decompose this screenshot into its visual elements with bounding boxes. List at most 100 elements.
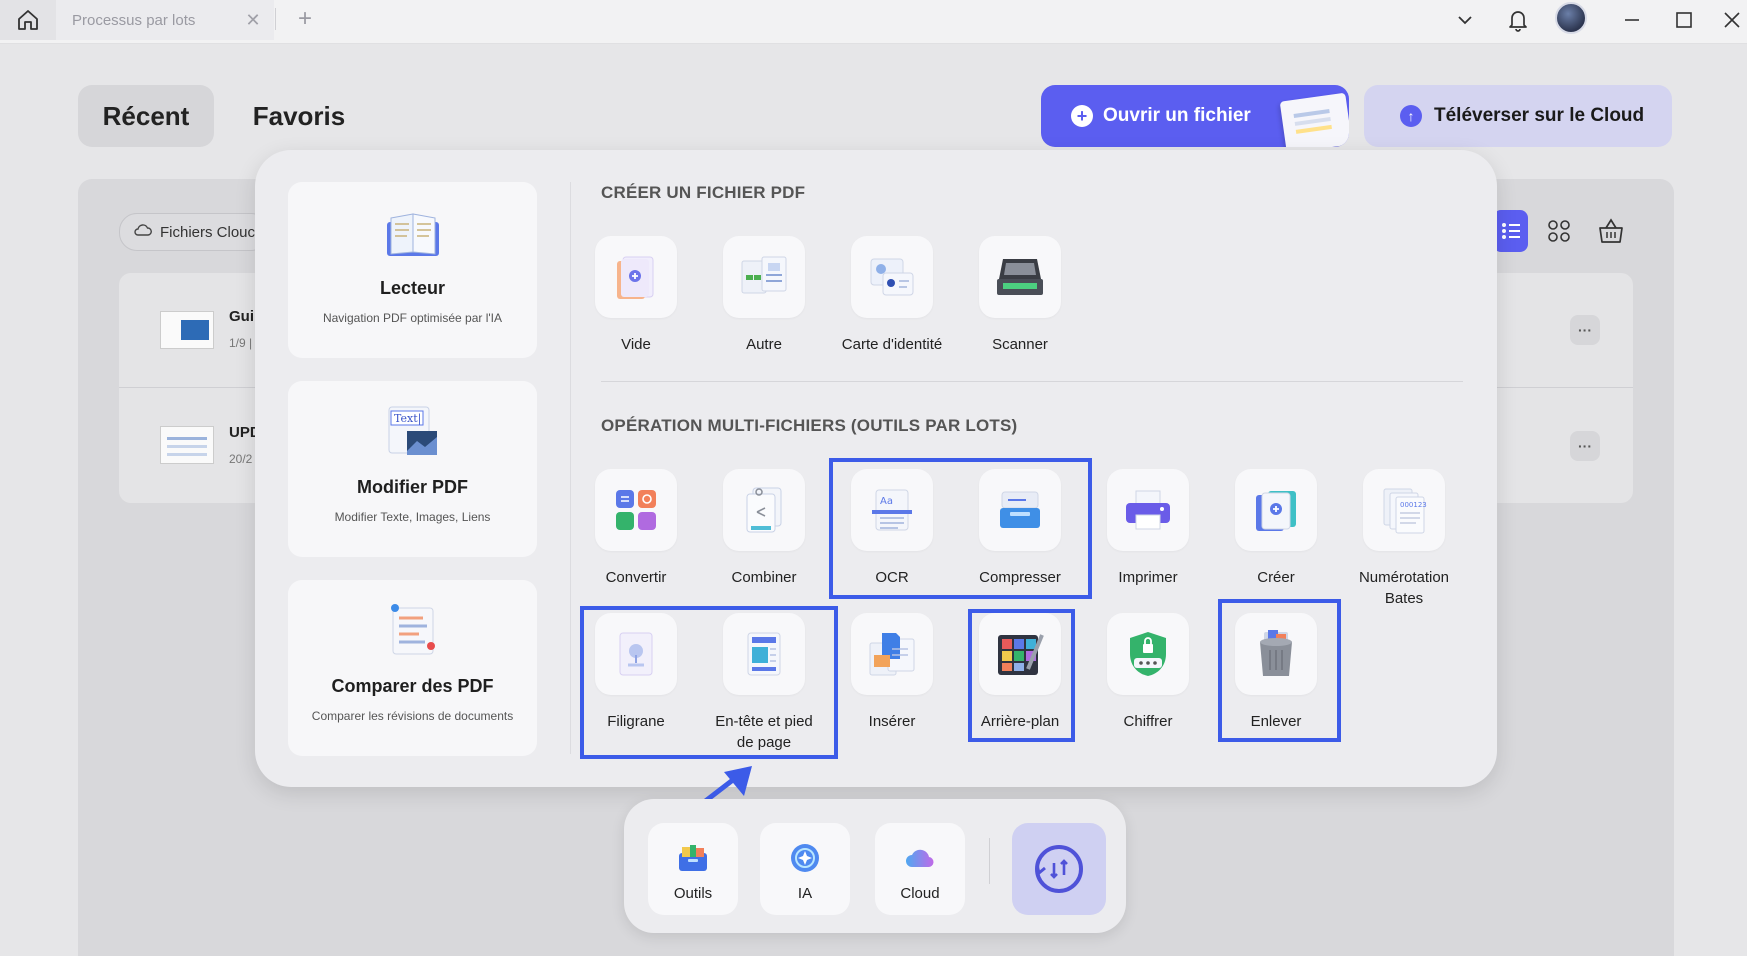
cloud-icon xyxy=(906,849,934,868)
cloud-chip-label: Fichiers Clouc xyxy=(160,223,256,241)
more-icon: ··· xyxy=(1578,438,1592,454)
tool-bates[interactable]: 000123 Numérotation Bates xyxy=(1349,469,1459,609)
tool-scanner[interactable]: Scanner xyxy=(965,236,1075,355)
document-illustration-icon xyxy=(1279,92,1349,147)
trash-button[interactable] xyxy=(1594,214,1628,248)
more-icon: ··· xyxy=(1578,322,1592,338)
feature-subtitle: Navigation PDF optimisée par l'IA xyxy=(322,311,503,325)
open-file-label: Ouvrir un fichier xyxy=(1103,105,1251,126)
combine-icon xyxy=(746,487,782,533)
encrypt-icon xyxy=(1130,632,1166,676)
ai-icon xyxy=(791,844,819,872)
grid-view-button[interactable] xyxy=(1542,214,1576,248)
more-options-button[interactable]: ··· xyxy=(1570,315,1600,345)
home-button[interactable] xyxy=(0,0,56,40)
file-thumbnail[interactable] xyxy=(160,426,214,464)
basket-icon xyxy=(1599,218,1623,243)
avatar[interactable] xyxy=(1555,2,1587,34)
grid-view-icon xyxy=(1548,220,1570,242)
tab-separator xyxy=(275,8,276,30)
file-meta: 1/9 | xyxy=(229,336,253,350)
insert-icon xyxy=(869,633,915,676)
dock-label: IA xyxy=(797,885,813,902)
upload-arrow-icon: ↑ xyxy=(1400,105,1422,127)
file-thumbnail[interactable] xyxy=(160,311,214,349)
notifications-button[interactable] xyxy=(1501,4,1535,36)
plus-icon: + xyxy=(297,5,312,32)
create-icon xyxy=(1256,491,1296,531)
edit-badge: Text| xyxy=(394,412,421,426)
tool-id-card[interactable]: Carte d'identité xyxy=(837,236,947,355)
close-window-icon xyxy=(1724,12,1740,28)
tool-encrypt[interactable]: Chiffrer xyxy=(1093,613,1203,732)
tab-recent[interactable]: Récent xyxy=(78,85,214,147)
minimize-button[interactable] xyxy=(1615,4,1649,36)
tool-combine[interactable]: Combiner xyxy=(709,469,819,588)
file-meta: 20/2 xyxy=(229,452,253,466)
title-bar: Processus par lots ✕ + xyxy=(0,0,1747,44)
tool-label: Imprimer xyxy=(1118,569,1178,586)
printer-icon xyxy=(1126,490,1170,530)
batch-section-title: OPÉRATION MULTI-FICHIERS (OUTILS PAR LOT… xyxy=(601,416,1018,435)
upload-cloud-button[interactable]: ↑ Téléverser sur le Cloud xyxy=(1364,85,1672,147)
list-view-button[interactable] xyxy=(1493,210,1528,252)
plus-circle-icon: + xyxy=(1071,105,1093,127)
bell-icon xyxy=(1509,11,1527,32)
feature-title: Modifier PDF xyxy=(357,477,468,497)
dock-tools-button[interactable]: Outils xyxy=(648,823,738,915)
dock-label: Cloud xyxy=(900,885,940,902)
feature-card-reader[interactable]: Lecteur Navigation PDF optimisée par l'I… xyxy=(288,182,537,358)
bates-icon: 000123 xyxy=(1383,488,1427,534)
tabs-dropdown-button[interactable] xyxy=(1448,4,1482,36)
tool-convert[interactable]: Convertir xyxy=(581,469,691,588)
tool-blank[interactable]: Vide xyxy=(581,236,691,355)
open-file-button[interactable]: + Ouvrir un fichier xyxy=(1041,85,1349,147)
home-icon xyxy=(18,10,38,30)
svg-text:000123: 000123 xyxy=(1400,501,1427,509)
file-name[interactable]: Gui xyxy=(229,308,254,325)
tool-print[interactable]: Imprimer xyxy=(1093,469,1203,588)
dock-ai-button[interactable]: IA xyxy=(760,823,850,915)
document-tab[interactable]: Processus par lots ✕ xyxy=(56,0,274,40)
tab-favorites[interactable]: Favoris xyxy=(240,85,358,147)
history-icon xyxy=(1035,845,1083,893)
minimize-icon xyxy=(1625,19,1639,21)
highlight-box xyxy=(829,458,1092,599)
tool-other[interactable]: Autre xyxy=(709,236,819,355)
create-section-title: CRÉER UN FICHIER PDF xyxy=(601,183,806,202)
maximize-button[interactable] xyxy=(1667,4,1701,36)
tool-create[interactable]: Créer xyxy=(1221,469,1331,588)
tool-insert[interactable]: Insérer xyxy=(837,613,947,732)
new-tab-button[interactable]: + xyxy=(292,5,318,32)
tool-label: Scanner xyxy=(992,336,1048,353)
list-view-icon xyxy=(1501,223,1520,239)
dock-history-button[interactable] xyxy=(1012,823,1106,915)
toolbox-icon xyxy=(679,845,707,871)
tool-label: Chiffrer xyxy=(1123,713,1173,730)
tool-label: Vide xyxy=(621,336,651,353)
cloud-files-filter[interactable]: Fichiers Clouc xyxy=(119,213,269,251)
feature-card-edit-pdf[interactable]: Text| Modifier PDF Modifier Texte, Image… xyxy=(288,381,537,557)
convert-icon xyxy=(616,490,656,530)
book-icon xyxy=(387,213,439,256)
dock-separator xyxy=(989,838,990,884)
highlight-box xyxy=(1218,599,1341,742)
tool-label: Numérotation Bates xyxy=(1358,569,1450,607)
tool-label: Convertir xyxy=(605,569,667,586)
edit-text-icon: Text| xyxy=(388,406,437,455)
more-options-button[interactable]: ··· xyxy=(1570,431,1600,461)
close-window-button[interactable] xyxy=(1717,4,1747,36)
tool-label: Créer xyxy=(1257,569,1295,586)
close-icon: ✕ xyxy=(245,9,261,30)
dock-cloud-button[interactable]: Cloud xyxy=(875,823,965,915)
blank-page-icon xyxy=(617,256,654,299)
dock-label: Outils xyxy=(673,885,713,902)
tab-title: Processus par lots xyxy=(72,11,196,29)
cloud-outline-icon xyxy=(134,223,152,241)
popover-divider xyxy=(570,182,571,754)
tab-close-button[interactable]: ✕ xyxy=(242,9,264,31)
section-divider xyxy=(601,381,1463,382)
tool-label: Carte d'identité xyxy=(841,336,943,353)
feature-card-compare[interactable]: Comparer des PDF Comparer les révisions … xyxy=(288,580,537,756)
chevron-down-icon xyxy=(1458,16,1472,25)
